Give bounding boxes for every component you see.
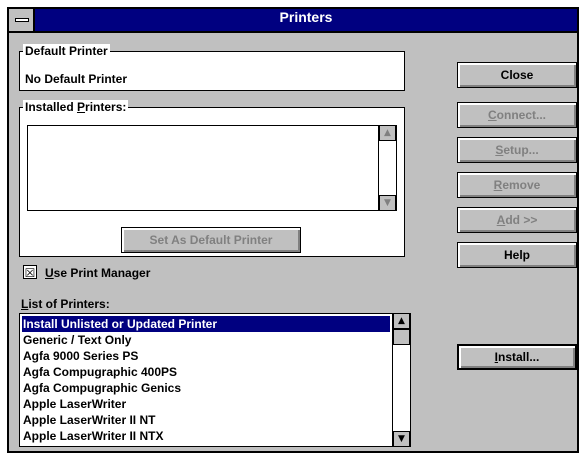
printer-list[interactable]: Install Unlisted or Updated Printer Gener… <box>19 313 411 447</box>
printer-list-items: Install Unlisted or Updated Printer Gener… <box>20 314 392 446</box>
use-print-manager-label[interactable]: Use Print Manager <box>45 266 150 280</box>
default-printer-value: No Default Printer <box>25 72 128 86</box>
setup-button[interactable]: Setup... <box>457 137 577 163</box>
installed-printers-label: Installed Printers: <box>23 100 129 114</box>
printer-list-item[interactable]: Agfa Compugraphic 400PS <box>22 364 390 380</box>
default-printer-label: Default Printer <box>23 44 110 58</box>
scroll-up-arrow-icon[interactable]: ▲ <box>379 125 396 141</box>
printer-list-item[interactable]: Apple LaserWriter II NTX <box>22 428 390 444</box>
set-as-default-printer-button[interactable]: Set As Default Printer <box>121 227 301 253</box>
remove-button[interactable]: Remove <box>457 172 577 198</box>
title-bar[interactable]: Printers <box>9 9 577 33</box>
install-button[interactable]: Install... <box>457 344 577 370</box>
printer-list-scrollbar[interactable]: ▲ ▼ <box>392 313 410 447</box>
scroll-down-arrow-icon[interactable]: ▼ <box>379 195 396 211</box>
add-button[interactable]: Add >> <box>457 207 577 233</box>
help-button[interactable]: Help <box>457 242 577 268</box>
use-print-manager-checkbox[interactable]: ☒ <box>23 265 37 280</box>
printer-list-item[interactable]: Generic / Text Only <box>22 332 390 348</box>
scroll-down-arrow-icon[interactable]: ▼ <box>393 431 410 447</box>
printer-list-item[interactable]: Agfa 9000 Series PS <box>22 348 390 364</box>
close-button[interactable]: Close <box>457 62 577 88</box>
printers-dialog: Printers Default Printer No Default Prin… <box>7 7 579 453</box>
installed-printers-scrollbar[interactable]: ▲ ▼ <box>378 125 396 211</box>
connect-button[interactable]: Connect... <box>457 102 577 128</box>
installed-printers-list[interactable]: ▲ ▼ <box>27 125 397 211</box>
printer-list-item[interactable]: Apple LaserWriter <box>22 396 390 412</box>
scroll-thumb[interactable] <box>393 329 410 345</box>
printer-list-item[interactable]: Install Unlisted or Updated Printer <box>22 316 390 332</box>
scroll-up-arrow-icon[interactable]: ▲ <box>393 313 410 329</box>
window-title: Printers <box>279 9 333 25</box>
printer-list-item[interactable]: Apple LaserWriter II NT <box>22 412 390 428</box>
dialog-client-area: Default Printer No Default Printer Insta… <box>9 33 577 451</box>
system-menu-icon <box>15 18 29 22</box>
system-menu-button[interactable] <box>9 9 35 31</box>
printer-list-item[interactable]: Agfa Compugraphic Genics <box>22 380 390 396</box>
list-of-printers-label: List of Printers: <box>21 297 110 311</box>
